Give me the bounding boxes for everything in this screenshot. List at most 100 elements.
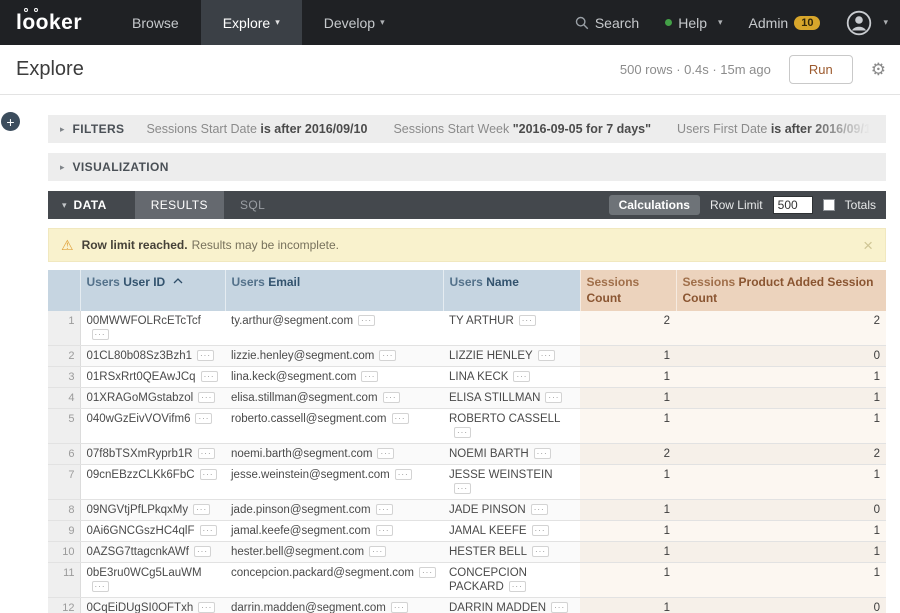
user-id-cell[interactable]: 0bE3ru0WCg5LauWM··· bbox=[80, 563, 225, 598]
product-added-count-cell[interactable]: 2 bbox=[676, 311, 886, 346]
email-cell[interactable]: lizzie.henley@segment.com··· bbox=[225, 346, 443, 367]
filter-item[interactable]: Users First Date is after 2016/09/10 bbox=[677, 122, 874, 136]
cell-menu-icon[interactable]: ··· bbox=[376, 525, 393, 536]
cell-menu-icon[interactable]: ··· bbox=[198, 602, 215, 613]
filters-panel-label[interactable]: FILTERS bbox=[73, 122, 125, 136]
product-added-count-cell[interactable]: 0 bbox=[676, 346, 886, 367]
name-cell[interactable]: ELISA STILLMAN··· bbox=[443, 388, 580, 409]
cell-menu-icon[interactable]: ··· bbox=[361, 371, 378, 382]
product-added-count-cell[interactable]: 0 bbox=[676, 500, 886, 521]
email-cell[interactable]: lina.keck@segment.com··· bbox=[225, 367, 443, 388]
data-panel-toggle[interactable]: ▾ DATA bbox=[48, 198, 121, 212]
cell-menu-icon[interactable]: ··· bbox=[195, 413, 212, 424]
cell-menu-icon[interactable]: ··· bbox=[383, 392, 400, 403]
user-id-cell[interactable]: 09NGVtjPfLPkqxMy··· bbox=[80, 500, 225, 521]
name-cell[interactable]: LINA KECK··· bbox=[443, 367, 580, 388]
cell-menu-icon[interactable]: ··· bbox=[92, 329, 109, 340]
name-cell[interactable]: CONCEPCION PACKARD··· bbox=[443, 563, 580, 598]
product-added-count-cell[interactable]: 1 bbox=[676, 563, 886, 598]
count-cell[interactable]: 1 bbox=[580, 465, 676, 500]
user-id-cell[interactable]: 00MWWFOLRcETcTcf··· bbox=[80, 311, 225, 346]
cell-menu-icon[interactable]: ··· bbox=[532, 546, 549, 557]
email-cell[interactable]: elisa.stillman@segment.com··· bbox=[225, 388, 443, 409]
column-header-sessions-product-added-session-count[interactable]: Sessions Product Added Session Count bbox=[676, 270, 886, 311]
name-cell[interactable]: TY ARTHUR··· bbox=[443, 311, 580, 346]
cell-menu-icon[interactable]: ··· bbox=[513, 371, 530, 382]
count-cell[interactable]: 1 bbox=[580, 388, 676, 409]
name-cell[interactable]: JADE PINSON··· bbox=[443, 500, 580, 521]
user-id-cell[interactable]: 09cnEBzzCLKk6FbC··· bbox=[80, 465, 225, 500]
cell-menu-icon[interactable]: ··· bbox=[519, 315, 536, 326]
cell-menu-icon[interactable]: ··· bbox=[200, 469, 217, 480]
nav-item-browse[interactable]: Browse bbox=[110, 0, 201, 45]
gear-icon[interactable]: ⚙ bbox=[871, 60, 886, 80]
user-id-cell[interactable]: 0Ai6GNCGszHC4qlF··· bbox=[80, 521, 225, 542]
cell-menu-icon[interactable]: ··· bbox=[454, 427, 471, 438]
cell-menu-icon[interactable]: ··· bbox=[358, 315, 375, 326]
user-id-cell[interactable]: 0AZSG7ttagcnkAWf··· bbox=[80, 542, 225, 563]
user-id-cell[interactable]: 01RSxRrt0QEAwJCq··· bbox=[80, 367, 225, 388]
product-added-count-cell[interactable]: 1 bbox=[676, 542, 886, 563]
email-cell[interactable]: jesse.weinstein@segment.com··· bbox=[225, 465, 443, 500]
cell-menu-icon[interactable]: ··· bbox=[369, 546, 386, 557]
user-id-cell[interactable]: 040wGzEivVOVifm6··· bbox=[80, 409, 225, 444]
user-id-cell[interactable]: 0CqEiDUgSI0OFTxh··· bbox=[80, 598, 225, 613]
chevron-right-icon[interactable]: ▸ bbox=[60, 124, 65, 135]
search-button[interactable]: Search bbox=[575, 15, 639, 31]
nav-item-explore[interactable]: Explore ▾ bbox=[201, 0, 302, 45]
cell-menu-icon[interactable]: ··· bbox=[201, 371, 218, 382]
product-added-count-cell[interactable]: 0 bbox=[676, 598, 886, 613]
nav-item-develop[interactable]: Develop ▾ bbox=[302, 0, 407, 45]
column-header-users-name[interactable]: Users Name bbox=[443, 270, 580, 311]
product-added-count-cell[interactable]: 1 bbox=[676, 388, 886, 409]
name-cell[interactable]: HESTER BELL··· bbox=[443, 542, 580, 563]
cell-menu-icon[interactable]: ··· bbox=[532, 525, 549, 536]
help-menu[interactable]: Help ▾ bbox=[665, 15, 722, 31]
cell-menu-icon[interactable]: ··· bbox=[198, 448, 215, 459]
name-cell[interactable]: JAMAL KEEFE··· bbox=[443, 521, 580, 542]
product-added-count-cell[interactable]: 1 bbox=[676, 465, 886, 500]
product-added-count-cell[interactable]: 2 bbox=[676, 444, 886, 465]
cell-menu-icon[interactable]: ··· bbox=[534, 448, 551, 459]
cell-menu-icon[interactable]: ··· bbox=[531, 504, 548, 515]
cell-menu-icon[interactable]: ··· bbox=[551, 602, 568, 613]
count-cell[interactable]: 1 bbox=[580, 563, 676, 598]
cell-menu-icon[interactable]: ··· bbox=[545, 392, 562, 403]
email-cell[interactable]: darrin.madden@segment.com··· bbox=[225, 598, 443, 613]
cell-menu-icon[interactable]: ··· bbox=[92, 581, 109, 592]
count-cell[interactable]: 1 bbox=[580, 346, 676, 367]
email-cell[interactable]: concepcion.packard@segment.com··· bbox=[225, 563, 443, 598]
filter-item[interactable]: Sessions Start Date is after 2016/09/10 bbox=[146, 122, 367, 136]
count-cell[interactable]: 1 bbox=[580, 598, 676, 613]
column-header-users-user-id[interactable]: Users User ID bbox=[80, 270, 225, 311]
user-id-cell[interactable]: 01CL80b08Sz3Bzh1··· bbox=[80, 346, 225, 367]
run-button[interactable]: Run bbox=[789, 55, 853, 84]
close-icon[interactable]: × bbox=[863, 237, 873, 254]
looker-logo[interactable]: looker bbox=[0, 0, 110, 45]
cell-menu-icon[interactable]: ··· bbox=[198, 392, 215, 403]
calculations-button[interactable]: Calculations bbox=[609, 195, 700, 215]
cell-menu-icon[interactable]: ··· bbox=[509, 581, 526, 592]
email-cell[interactable]: ty.arthur@segment.com··· bbox=[225, 311, 443, 346]
email-cell[interactable]: jade.pinson@segment.com··· bbox=[225, 500, 443, 521]
email-cell[interactable]: hester.bell@segment.com··· bbox=[225, 542, 443, 563]
tab-sql[interactable]: SQL bbox=[224, 191, 281, 219]
add-button[interactable]: + bbox=[1, 112, 20, 131]
user-id-cell[interactable]: 01XRAGoMGstabzol··· bbox=[80, 388, 225, 409]
user-menu[interactable]: ▾ bbox=[846, 10, 888, 36]
visualization-panel-label[interactable]: VISUALIZATION bbox=[73, 160, 169, 174]
cell-menu-icon[interactable]: ··· bbox=[200, 525, 217, 536]
cell-menu-icon[interactable]: ··· bbox=[391, 602, 408, 613]
product-added-count-cell[interactable]: 1 bbox=[676, 367, 886, 388]
email-cell[interactable]: noemi.barth@segment.com··· bbox=[225, 444, 443, 465]
name-cell[interactable]: DARRIN MADDEN··· bbox=[443, 598, 580, 613]
cell-menu-icon[interactable]: ··· bbox=[377, 448, 394, 459]
count-cell[interactable]: 1 bbox=[580, 521, 676, 542]
count-cell[interactable]: 2 bbox=[580, 311, 676, 346]
cell-menu-icon[interactable]: ··· bbox=[392, 413, 409, 424]
name-cell[interactable]: NOEMI BARTH··· bbox=[443, 444, 580, 465]
cell-menu-icon[interactable]: ··· bbox=[419, 567, 436, 578]
name-cell[interactable]: JESSE WEINSTEIN··· bbox=[443, 465, 580, 500]
email-cell[interactable]: jamal.keefe@segment.com··· bbox=[225, 521, 443, 542]
count-cell[interactable]: 1 bbox=[580, 542, 676, 563]
